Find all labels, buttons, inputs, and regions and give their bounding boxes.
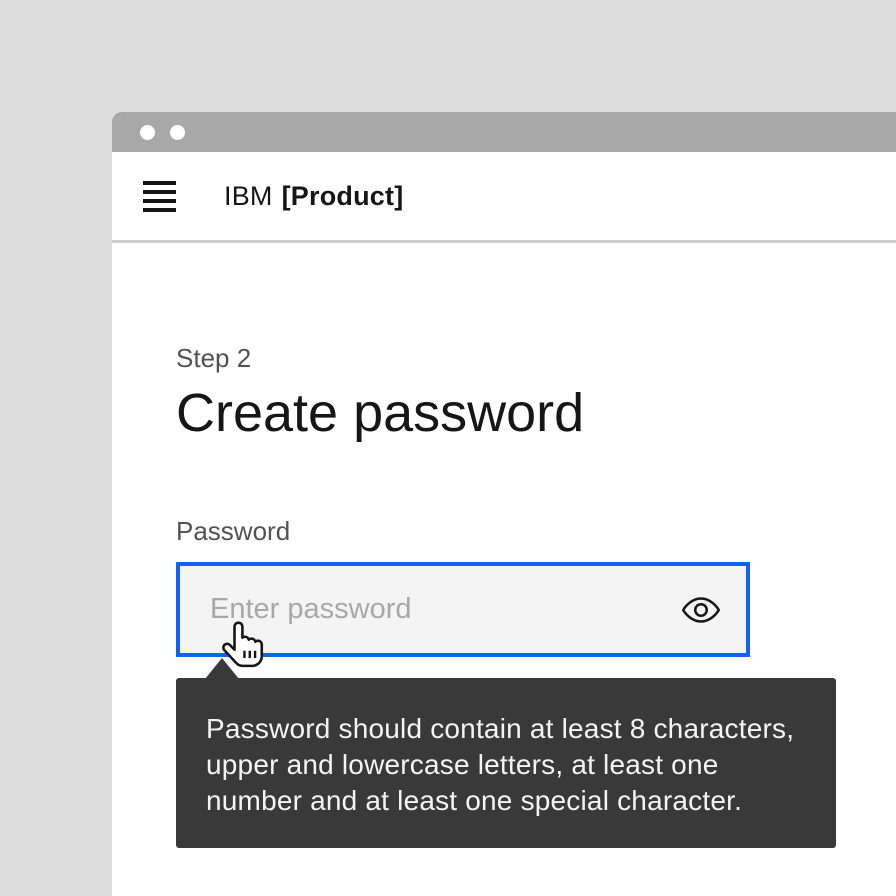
menu-icon-bar bbox=[143, 199, 176, 203]
password-tooltip: Password should contain at least 8 chara… bbox=[176, 678, 836, 848]
password-label: Password bbox=[176, 516, 290, 546]
tooltip-line: Password should contain at least 8 chara… bbox=[206, 711, 808, 747]
window-dot bbox=[140, 125, 155, 140]
window-dot bbox=[170, 125, 185, 140]
menu-icon bbox=[143, 181, 176, 212]
page-title: Create password bbox=[176, 381, 584, 445]
browser-window: IBM [Product] Step 2 Create password Pass… bbox=[112, 112, 896, 896]
window-titlebar bbox=[112, 112, 896, 152]
brand-product: [Product] bbox=[282, 181, 404, 211]
eye-icon bbox=[680, 593, 722, 627]
password-input[interactable] bbox=[210, 593, 680, 626]
brand-name: IBM bbox=[224, 181, 273, 211]
tooltip-line: number and at least one special characte… bbox=[206, 783, 808, 819]
menu-icon-bar bbox=[143, 208, 176, 212]
step-label: Step 2 bbox=[176, 343, 251, 373]
menu-icon-bar bbox=[143, 190, 176, 194]
canvas: IBM [Product] Step 2 Create password Pass… bbox=[0, 0, 896, 896]
menu-button[interactable] bbox=[143, 181, 176, 212]
show-password-button[interactable] bbox=[680, 593, 722, 627]
brand: IBM [Product] bbox=[224, 181, 403, 212]
menu-icon-bar bbox=[143, 181, 176, 185]
tooltip-line: upper and lowercase letters, at least on… bbox=[206, 747, 808, 783]
app-header: IBM [Product] bbox=[112, 152, 896, 243]
tooltip-caret-icon bbox=[205, 658, 239, 679]
password-field[interactable] bbox=[176, 562, 750, 657]
